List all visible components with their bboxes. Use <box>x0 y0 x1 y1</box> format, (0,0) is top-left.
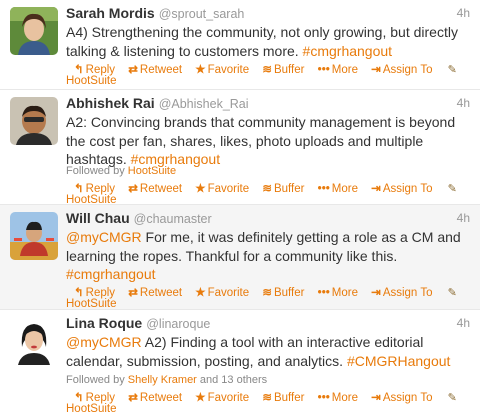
tweet-text: @myCMGR A2) Finding a tool with an inter… <box>66 333 468 370</box>
tweet-text: A4) Strengthening the community, not onl… <box>66 23 468 60</box>
followed-by: Followed by Shelly Kramer and 13 others <box>66 374 268 386</box>
buffer-button[interactable]: ≋ Buffer <box>262 390 304 404</box>
assign-to-icon: ⇥ <box>371 392 381 404</box>
buffer-stack-icon: ≋ <box>262 287 272 299</box>
assign-to-icon: ⇥ <box>371 183 381 195</box>
assign-to-icon: ⇥ <box>371 287 381 299</box>
assign-to-button[interactable]: ⇥ Assign To <box>371 181 432 195</box>
buffer-button[interactable]: ≋ Buffer <box>262 285 304 299</box>
tweet-actions: ↰ Reply ⇄ Retweet ★ Favorite ≋ Buffer ••• Mor… <box>74 390 457 404</box>
reply-arrow-icon: ↰ <box>74 64 84 76</box>
star-icon: ★ <box>195 64 206 76</box>
more-button[interactable]: ••• More <box>318 392 358 404</box>
more-dots-icon: ••• <box>317 183 330 195</box>
retweet-button[interactable]: ⇄ Retweet <box>128 285 182 299</box>
reply-arrow-icon: ↰ <box>74 287 84 299</box>
tweet-item[interactable]: Abhishek Rai @Abhishek_Rai 4h A2: Convinc… <box>0 90 480 206</box>
tweet-item[interactable]: Sarah Mordis @sprout_sarah 4h A4) Strengt… <box>0 0 480 90</box>
followed-by-link[interactable]: Shelly Kramer <box>128 374 197 386</box>
more-button[interactable]: ••• More <box>318 287 358 299</box>
retweet-button[interactable]: ⇄ Retweet <box>128 390 182 404</box>
tweet-text: @myCMGR For me, it was definitely gettin… <box>66 228 468 284</box>
buffer-stack-icon: ≋ <box>262 392 272 404</box>
hashtag-link[interactable]: #cmgrhangout <box>66 266 156 282</box>
more-button[interactable]: ••• More <box>318 64 358 76</box>
author-name[interactable]: Lina Roque <box>66 315 142 331</box>
author-handle[interactable]: @linaroque <box>146 317 210 331</box>
extension-icon[interactable]: ✎ <box>448 286 457 299</box>
timestamp[interactable]: 4h <box>457 96 470 110</box>
retweet-icon: ⇄ <box>128 64 138 76</box>
tweet-text: A2: Convincing brands that community man… <box>66 113 468 169</box>
timestamp[interactable]: 4h <box>457 211 470 225</box>
hootsuite-action[interactable]: HootSuite <box>66 298 117 310</box>
buffer-stack-icon: ≋ <box>262 64 272 76</box>
hashtag-link[interactable]: #CMGRHangout <box>347 353 451 369</box>
reply-arrow-icon: ↰ <box>74 183 84 195</box>
retweet-icon: ⇄ <box>128 287 138 299</box>
tweet-actions: ↰ Reply ⇄ Retweet ★ Favorite ≋ Buffer ••• Mor… <box>74 62 457 76</box>
tweet-item[interactable]: Lina Roque @linaroque 4h @myCMGR A2) Find… <box>0 310 480 417</box>
buffer-button[interactable]: ≋ Buffer <box>262 181 304 195</box>
hashtag-link[interactable]: #cmgrhangout <box>303 43 393 59</box>
retweet-icon: ⇄ <box>128 183 138 195</box>
hootsuite-action[interactable]: HootSuite <box>66 75 117 87</box>
author-name[interactable]: Sarah Mordis <box>66 5 155 21</box>
author-name[interactable]: Will Chau <box>66 210 130 226</box>
extension-icon[interactable]: ✎ <box>448 63 457 76</box>
favorite-button[interactable]: ★ Favorite <box>195 181 249 195</box>
extension-icon[interactable]: ✎ <box>448 182 457 195</box>
author-name[interactable]: Abhishek Rai <box>66 95 155 111</box>
extension-icon[interactable]: ✎ <box>448 391 457 404</box>
star-icon: ★ <box>195 287 206 299</box>
followed-by-link[interactable]: HootSuite <box>128 165 176 177</box>
retweet-button[interactable]: ⇄ Retweet <box>128 62 182 76</box>
hootsuite-action[interactable]: HootSuite <box>66 403 117 415</box>
assign-to-button[interactable]: ⇥ Assign To <box>371 285 432 299</box>
tweet-body: A2: Convincing brands that community man… <box>66 114 456 167</box>
favorite-button[interactable]: ★ Favorite <box>195 285 249 299</box>
avatar[interactable] <box>10 317 58 365</box>
retweet-button[interactable]: ⇄ Retweet <box>128 181 182 195</box>
star-icon: ★ <box>195 392 206 404</box>
avatar[interactable] <box>10 97 58 145</box>
assign-to-button[interactable]: ⇥ Assign To <box>371 62 432 76</box>
reply-button[interactable]: ↰ Reply <box>74 390 115 404</box>
mention-link[interactable]: @myCMGR <box>66 229 142 245</box>
tweet-body: A4) Strengthening the community, not onl… <box>66 24 458 59</box>
followed-by: Followed by HootSuite <box>66 165 177 177</box>
reply-arrow-icon: ↰ <box>74 392 84 404</box>
star-icon: ★ <box>195 183 206 195</box>
avatar[interactable] <box>10 212 58 260</box>
buffer-stack-icon: ≋ <box>262 183 272 195</box>
more-dots-icon: ••• <box>317 287 330 299</box>
favorite-button[interactable]: ★ Favorite <box>195 62 249 76</box>
more-dots-icon: ••• <box>317 64 330 76</box>
more-dots-icon: ••• <box>317 392 330 404</box>
tweet-item[interactable]: Will Chau @chaumaster 4h @myCMGR For me, … <box>0 205 480 310</box>
avatar[interactable] <box>10 7 58 55</box>
mention-link[interactable]: @myCMGR <box>66 334 142 350</box>
retweet-icon: ⇄ <box>128 392 138 404</box>
author-handle[interactable]: @Abhishek_Rai <box>159 97 249 111</box>
author-handle[interactable]: @chaumaster <box>134 212 212 226</box>
buffer-button[interactable]: ≋ Buffer <box>262 62 304 76</box>
tweet-actions: ↰ Reply ⇄ Retweet ★ Favorite ≋ Buffer ••• Mor… <box>74 181 457 195</box>
assign-to-button[interactable]: ⇥ Assign To <box>371 390 432 404</box>
timestamp[interactable]: 4h <box>457 6 470 20</box>
tweet-actions: ↰ Reply ⇄ Retweet ★ Favorite ≋ Buffer ••• Mor… <box>74 285 457 299</box>
favorite-button[interactable]: ★ Favorite <box>195 390 249 404</box>
more-button[interactable]: ••• More <box>318 183 358 195</box>
assign-to-icon: ⇥ <box>371 64 381 76</box>
timestamp[interactable]: 4h <box>457 316 470 330</box>
reply-button[interactable]: ↰ Reply <box>74 285 115 299</box>
author-handle[interactable]: @sprout_sarah <box>159 7 245 21</box>
reply-button[interactable]: ↰ Reply <box>74 62 115 76</box>
reply-button[interactable]: ↰ Reply <box>74 181 115 195</box>
